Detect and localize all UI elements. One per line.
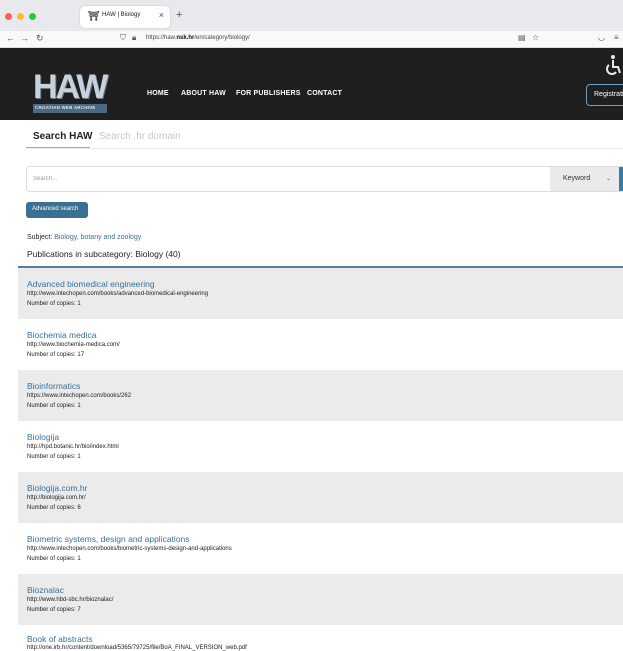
forward-icon[interactable]: → <box>20 33 29 43</box>
pocket-icon[interactable]: ◡ <box>598 33 605 42</box>
publication-url: https://www.intechopen.com/books/262 <box>27 393 132 399</box>
menu-icon[interactable]: ≡ <box>614 33 619 42</box>
publication-title-link[interactable]: Bioinformatics <box>27 381 80 391</box>
copies-count: Number of copies: 1 <box>27 403 81 409</box>
haw-favicon-icon: ⛩ <box>88 11 100 21</box>
tabs-divider <box>26 148 623 149</box>
subject-line: Subject: Biology, botany and zoology <box>27 234 141 241</box>
haw-logo[interactable]: HAW CROATIAN WEB ARCHIVE <box>33 68 108 114</box>
publication-title-link[interactable]: Biochemia medica <box>27 330 96 340</box>
list-item: Biologija http://hpd.botanic.hr/bio/inde… <box>18 421 623 472</box>
copies-count: Number of copies: 1 <box>27 454 81 460</box>
publication-url: http://www.biochemia-medica.com/ <box>27 342 120 348</box>
nav-about-haw[interactable]: ABOUT HAW <box>181 90 226 97</box>
chevron-down-icon: ⌄ <box>606 176 612 182</box>
publication-title-link[interactable]: Biologija.com.hr <box>27 483 87 493</box>
publication-url: http://one.irb.hr/content/download/5365/… <box>27 645 247 651</box>
nav-home[interactable]: HOME <box>147 90 169 97</box>
list-item: Biologija.com.hr http://biologija.com.hr… <box>18 472 623 523</box>
nav-for-publishers[interactable]: FOR PUBLISHERS <box>236 90 301 97</box>
list-item: Biometric systems, design and applicatio… <box>18 523 623 574</box>
publications-count: Publications in subcategory: Biology (40… <box>27 249 181 259</box>
list-item: Advanced biomedical engineering http://w… <box>18 268 623 319</box>
search-button[interactable] <box>619 167 623 191</box>
list-item: Bioznalac http://www.hbd-sbc.hr/bioznala… <box>18 574 623 625</box>
minimize-window-button[interactable] <box>17 13 24 20</box>
address-bar[interactable]: ⛉ 🔒︎ https://haw.nsk.hr/en/category/biol… <box>110 33 540 46</box>
publication-url: http://www.hbd-sbc.hr/bioznalac/ <box>27 597 114 603</box>
subject-label: Subject: <box>27 234 55 241</box>
tab-search-haw[interactable]: Search HAW <box>33 131 92 142</box>
publication-title-link[interactable]: Biometric systems, design and applicatio… <box>27 534 190 544</box>
reader-view-icon[interactable]: ▤ <box>518 33 526 42</box>
publication-title-link[interactable]: Bioznalac <box>27 585 64 595</box>
site-header: HAW CROATIAN WEB ARCHIVE <box>0 48 623 120</box>
list-item: Book of abstracts http://one.irb.hr/cont… <box>18 625 623 651</box>
publication-title-link[interactable]: Biologija <box>27 432 59 442</box>
publication-title-link[interactable]: Advanced biomedical engineering <box>27 279 155 289</box>
nav-contact[interactable]: CONTACT <box>307 90 342 97</box>
logo-subtitle: CROATIAN WEB ARCHIVE <box>35 105 96 110</box>
close-window-button[interactable] <box>5 13 12 20</box>
browser-tab[interactable]: ⛩ HAW | Biology × <box>80 6 170 28</box>
zoom-window-button[interactable] <box>29 13 36 20</box>
url-text: https://haw.nsk.hr/en/category/biology/ <box>146 35 250 41</box>
publication-url: http://biologija.com.hr/ <box>27 495 86 501</box>
search-form: Keyword ⌄ <box>26 166 623 192</box>
tab-title: HAW | Biology <box>102 12 141 18</box>
browser-tabbar: ⛩ HAW | Biology × + <box>0 0 623 31</box>
tab-search-hr-domain[interactable]: Search .hr domain <box>99 131 181 142</box>
list-item: Bioinformatics https://www.intechopen.co… <box>18 370 623 421</box>
copies-count: Number of copies: 7 <box>27 607 81 613</box>
copies-count: Number of copies: 6 <box>27 505 81 511</box>
publication-url: http://www.intechopen.com/books/biometri… <box>27 546 232 552</box>
copies-count: Number of copies: 17 <box>27 352 85 358</box>
copies-count: Number of copies: 1 <box>27 301 81 307</box>
publication-title-link[interactable]: Book of abstracts <box>27 634 93 644</box>
lock-icon: 🔒︎ <box>132 33 137 42</box>
bookmark-star-icon[interactable]: ☆ <box>532 33 539 42</box>
reload-icon[interactable]: ↻ <box>36 33 44 44</box>
logo-letters: HAW <box>33 68 108 106</box>
accessibility-icon[interactable] <box>604 54 623 76</box>
browser-navbar: ← → ↻ ⛉ 🔒︎ https://haw.nsk.hr/en/categor… <box>0 31 623 48</box>
back-icon[interactable]: ← <box>6 33 15 43</box>
close-tab-icon[interactable]: × <box>159 10 164 20</box>
list-item: Biochemia medica http://www.biochemia-me… <box>18 319 623 370</box>
shield-icon: ⛉ <box>120 33 126 42</box>
subject-link[interactable]: Biology, botany and zoology <box>54 234 141 241</box>
search-type-select[interactable]: Keyword ⌄ <box>550 167 619 191</box>
registration-button[interactable]: Registrati <box>586 84 623 106</box>
search-input[interactable] <box>27 167 550 191</box>
publication-url: http://hpd.botanic.hr/bio/index.html <box>27 444 119 450</box>
new-tab-icon[interactable]: + <box>176 9 182 21</box>
publication-url: http://www.intechopen.com/books/advanced… <box>27 291 209 297</box>
search-type-value: Keyword <box>563 175 591 182</box>
advanced-search-button[interactable]: Advanced search <box>26 202 88 218</box>
copies-count: Number of copies: 1 <box>27 556 81 562</box>
